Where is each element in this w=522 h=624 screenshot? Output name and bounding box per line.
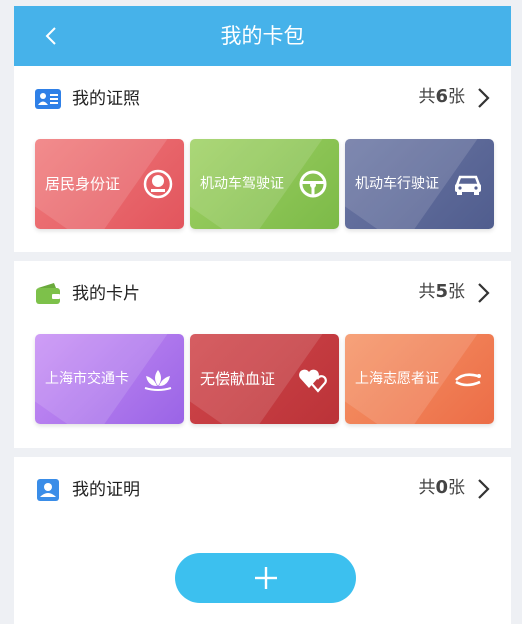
wallet-icon xyxy=(36,283,60,304)
emblem-icon xyxy=(143,169,173,199)
section-count: 共0张 xyxy=(418,477,465,498)
steering-wheel-icon xyxy=(299,170,327,198)
card-vehicle-license[interactable]: 机动车行驶证 xyxy=(345,139,494,229)
card-row: 居民身份证 机动车驾驶证 机动车行驶证 xyxy=(35,139,495,229)
card-transit[interactable]: 上海市交通卡 xyxy=(35,334,184,424)
app-header: 我的卡包 xyxy=(14,6,511,66)
person-card-icon xyxy=(37,479,59,501)
card-driver-license[interactable]: 机动车驾驶证 xyxy=(190,139,339,229)
car-icon xyxy=(455,175,481,195)
chevron-right-icon[interactable] xyxy=(473,280,493,306)
card-row: 上海市交通卡 无偿献血证 上海志愿者证 xyxy=(35,334,495,424)
hearts-icon xyxy=(299,369,327,393)
card-label: 机动车行驶证 xyxy=(355,176,439,192)
card-label: 机动车驾驶证 xyxy=(200,176,284,192)
lotus-icon xyxy=(144,370,172,391)
card-label: 无偿献血证 xyxy=(200,370,276,388)
card-volunteer[interactable]: 上海志愿者证 xyxy=(345,334,494,424)
chevron-right-icon[interactable] xyxy=(473,476,493,502)
section-header[interactable]: 我的卡片 共5张 xyxy=(14,261,511,327)
section-count: 共5张 xyxy=(418,281,465,302)
card-resident-id[interactable]: 居民身份证 xyxy=(35,139,184,229)
section-title: 我的证明 xyxy=(72,480,140,500)
section-cards: 我的卡片 共5张 上海市交通卡 无偿献血证 上海志愿者证 xyxy=(14,261,511,448)
page-title: 我的卡包 xyxy=(220,24,305,48)
id-card-icon xyxy=(35,89,61,109)
card-label: 居民身份证 xyxy=(45,175,121,193)
section-header[interactable]: 我的证照 共6张 xyxy=(14,66,511,132)
section-title: 我的证照 xyxy=(72,89,140,109)
section-title: 我的卡片 xyxy=(72,284,140,304)
card-label: 上海市交通卡 xyxy=(45,371,129,387)
card-blood-donation[interactable]: 无偿献血证 xyxy=(190,334,339,424)
add-button[interactable] xyxy=(175,553,356,603)
plus-icon xyxy=(254,567,277,589)
section-licenses: 我的证照 共6张 居民身份证 机动车驾驶证 机动车行驶证 xyxy=(14,66,511,252)
chevron-right-icon[interactable] xyxy=(473,85,493,111)
section-header[interactable]: 我的证明 共0张 xyxy=(14,457,511,523)
card-label: 上海志愿者证 xyxy=(355,371,439,387)
volunteer-hand-icon xyxy=(455,373,481,387)
section-count: 共6张 xyxy=(418,86,465,107)
